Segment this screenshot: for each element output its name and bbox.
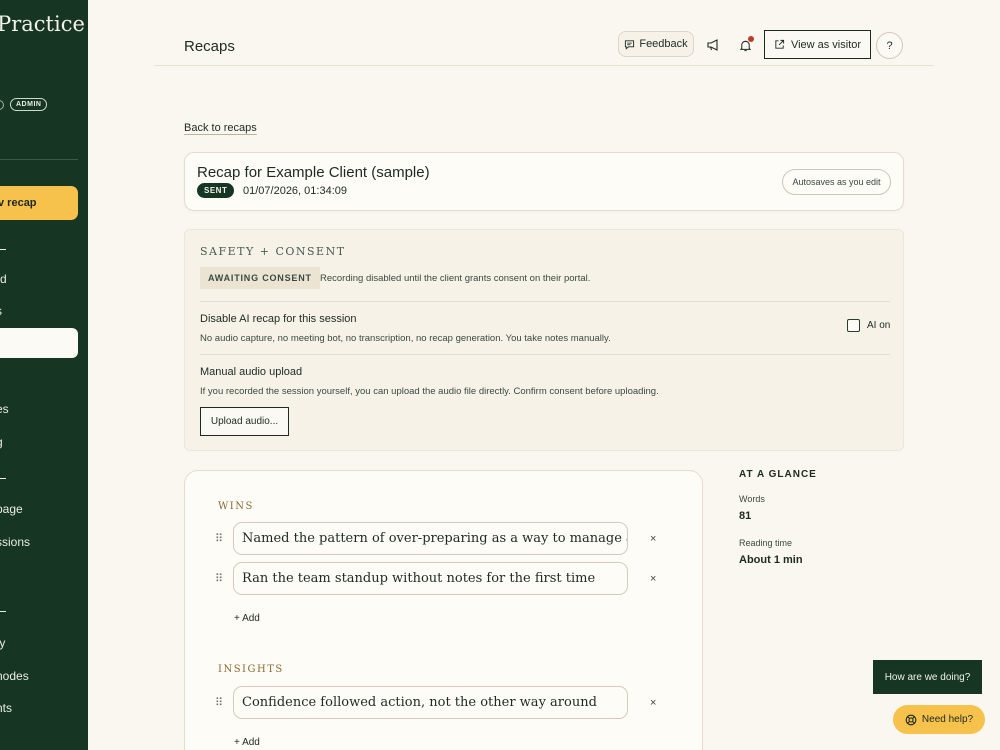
sidebar-item-billing[interactable]: g — [0, 435, 3, 449]
need-help-button[interactable]: Need help? — [893, 705, 985, 734]
list-item: ⠿ Confidence followed action, not the ot… — [215, 686, 656, 719]
lifebuoy-icon — [905, 714, 917, 725]
brand-name: e Practice — [0, 12, 85, 36]
notification-dot — [748, 36, 754, 42]
insights-label: INSIGHTS — [218, 664, 284, 675]
feedback-prompt-button[interactable]: How are we doing? — [873, 660, 982, 694]
feedback-button[interactable]: Feedback — [618, 31, 694, 57]
win-input[interactable]: Ran the team standup without notes for t… — [233, 562, 628, 595]
safety-consent-panel: SAFETY + CONSENT AWAITING CONSENT Record… — [184, 229, 904, 451]
need-help-label: Need help? — [921, 714, 974, 725]
disable-ai-title: Disable AI recap for this session — [200, 313, 357, 325]
sidebar-section-mark — [0, 611, 6, 612]
ai-toggle[interactable]: AI on — [847, 319, 890, 332]
new-recap-button[interactable]: v recap — [0, 186, 78, 220]
status-badge: SENT — [197, 183, 235, 198]
reading-time-label: Reading time — [739, 538, 793, 548]
disable-ai-description: No audio capture, no meeting bot, no tra… — [200, 333, 611, 344]
recap-title: Recap for Example Client (sample) — [197, 164, 430, 181]
drag-handle-icon[interactable]: ⠿ — [215, 572, 233, 585]
sidebar-section-mark — [0, 478, 6, 479]
list-item: ⠿ Named the pattern of over-preparing as… — [215, 522, 656, 555]
glance-heading: AT A GLANCE — [739, 469, 817, 480]
add-insight-button[interactable]: + Add — [234, 737, 260, 748]
sidebar-item-dashboard[interactable]: rd — [0, 272, 7, 286]
sidebar-item-page[interactable]: page — [0, 502, 23, 516]
top-bar: Recaps Feedback View as visitor ? — [154, 28, 934, 66]
admin-badge: ADMIN — [10, 98, 48, 111]
ai-toggle-label: AI on — [867, 320, 891, 331]
reading-time-value: About 1 min — [739, 554, 803, 566]
upload-audio-button[interactable]: Upload audio... — [200, 407, 289, 436]
sidebar-item-sessions[interactable]: ssions — [0, 535, 30, 549]
at-a-glance-panel: AT A GLANCE Words 81 Reading time About … — [739, 469, 899, 566]
recap-content-card: WINS ⠿ Named the pattern of over-prepari… — [184, 470, 703, 750]
insight-input[interactable]: Confidence followed action, not the othe… — [233, 686, 628, 719]
recap-header-card: Recap for Example Client (sample) SENT 0… — [184, 152, 904, 211]
win-input[interactable]: Named the pattern of over-preparing as a… — [233, 522, 628, 555]
drag-handle-icon[interactable]: ⠿ — [215, 532, 233, 545]
recap-timestamp: 01/07/2026, 01:34:09 — [243, 185, 347, 197]
remove-item-button[interactable]: × — [650, 533, 656, 545]
consent-status-text: Recording disabled until the client gran… — [320, 273, 591, 284]
ai-checkbox[interactable] — [847, 319, 860, 332]
drag-handle-icon[interactable]: ⠿ — [215, 696, 233, 709]
words-label: Words — [739, 494, 765, 504]
sidebar-item-recaps-active[interactable] — [0, 328, 78, 358]
page-title: Recaps — [184, 38, 235, 55]
user-avatar-icon — [0, 99, 4, 110]
megaphone-icon — [707, 39, 718, 51]
safety-heading: SAFETY + CONSENT — [200, 245, 346, 258]
list-item: ⠿ Ran the team standup without notes for… — [215, 562, 656, 595]
sidebar-item-modes[interactable]: nodes — [0, 669, 29, 683]
divider — [200, 301, 890, 302]
external-link-icon — [775, 39, 785, 49]
sidebar: e Practice ADMIN v recap rd s es g page … — [0, 0, 88, 750]
feedback-icon — [625, 39, 635, 50]
wins-label: WINS — [218, 501, 254, 512]
sidebar-item-security[interactable]: ty — [0, 636, 5, 650]
sidebar-section-mark — [0, 249, 6, 250]
sidebar-item-clients[interactable]: s — [0, 304, 2, 318]
role-row: ADMIN — [0, 98, 48, 111]
autosave-indicator: Autosaves as you edit — [782, 169, 891, 195]
notifications-button[interactable] — [734, 34, 756, 56]
add-win-button[interactable]: + Add — [234, 613, 260, 624]
remove-item-button[interactable]: × — [650, 573, 656, 585]
manual-upload-title: Manual audio upload — [200, 366, 303, 378]
remove-item-button[interactable]: × — [650, 697, 656, 709]
feedback-label: Feedback — [639, 38, 688, 50]
sidebar-item-notes[interactable]: es — [0, 402, 9, 416]
sidebar-item-agents[interactable]: nts — [0, 701, 12, 715]
divider — [200, 354, 890, 355]
view-as-visitor-button[interactable]: View as visitor — [764, 30, 871, 59]
consent-status-badge: AWAITING CONSENT — [200, 267, 320, 289]
announcements-button[interactable] — [702, 34, 724, 56]
sidebar-divider — [0, 159, 78, 160]
view-as-visitor-label: View as visitor — [790, 38, 862, 51]
words-value: 81 — [739, 510, 752, 522]
back-to-recaps-link[interactable]: Back to recaps — [184, 122, 257, 134]
manual-upload-description: If you recorded the session yourself, yo… — [200, 386, 659, 397]
help-button[interactable]: ? — [876, 32, 903, 59]
